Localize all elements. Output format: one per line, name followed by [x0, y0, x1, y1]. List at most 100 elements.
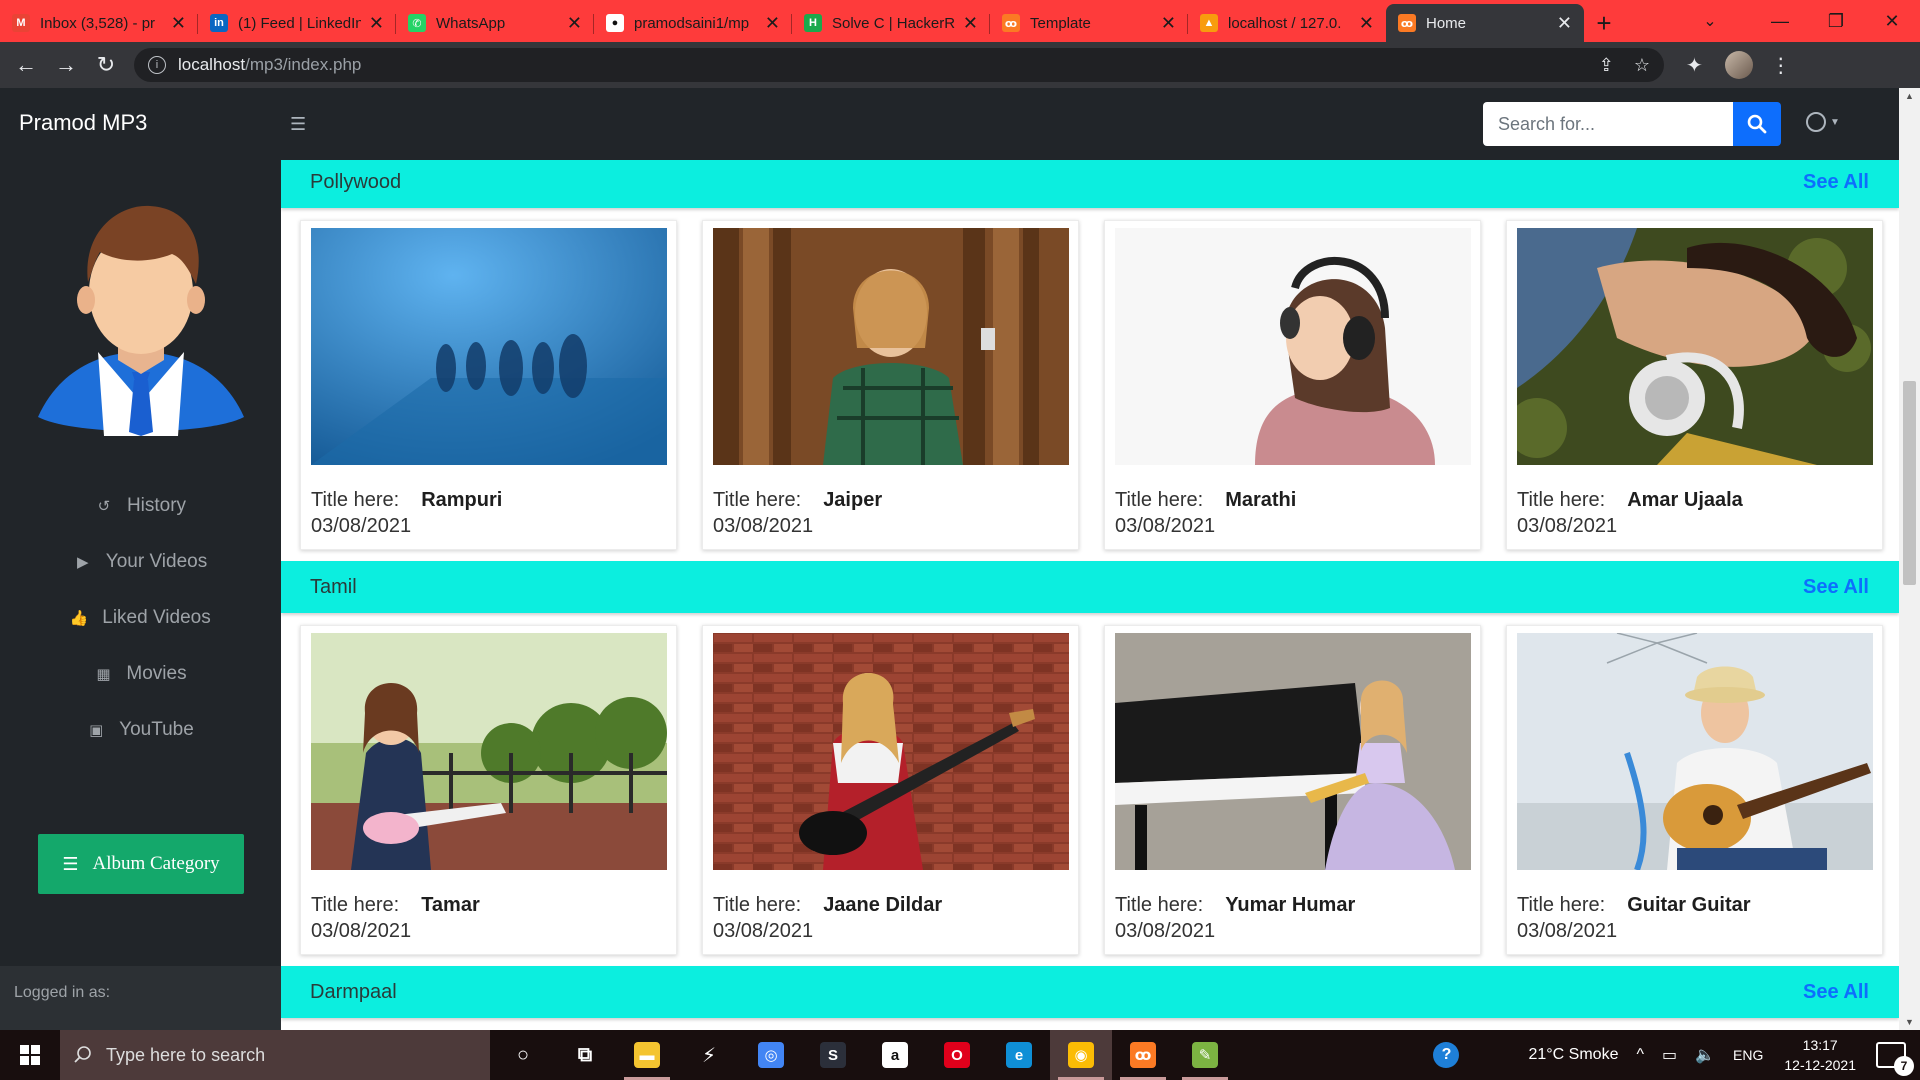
- notification-icon[interactable]: 7: [1876, 1042, 1914, 1076]
- sidebar-item-liked-videos[interactable]: 👍 Liked Videos: [0, 590, 281, 646]
- browser-tab[interactable]: ꝏ Home ✕: [1386, 4, 1584, 42]
- volume-icon[interactable]: 🔈: [1695, 1045, 1715, 1065]
- search-button[interactable]: [1733, 102, 1781, 146]
- song-card[interactable]: Title here: Jaiper 03/08/2021: [702, 220, 1079, 550]
- taskbar-app[interactable]: ▬: [616, 1030, 678, 1080]
- browser-tab[interactable]: in (1) Feed | LinkedIn ✕: [198, 4, 396, 42]
- browser-tab[interactable]: ▲ localhost / 127.0. ✕: [1188, 4, 1386, 42]
- site-info-icon[interactable]: i: [148, 56, 166, 74]
- minimize-icon[interactable]: —: [1752, 0, 1808, 42]
- song-card[interactable]: Title here: Tamar 03/08/2021: [300, 625, 677, 955]
- help-icon[interactable]: ?: [1433, 1042, 1460, 1068]
- search-input[interactable]: [1483, 102, 1733, 146]
- category-header: Darmpaal See All: [281, 966, 1899, 1018]
- see-all-link[interactable]: See All: [1803, 171, 1869, 194]
- forward-icon[interactable]: →: [46, 45, 86, 85]
- close-tab-icon[interactable]: ✕: [1161, 13, 1176, 34]
- search-form: [1483, 102, 1781, 146]
- user-dropdown[interactable]: ▼: [1806, 112, 1840, 132]
- browser-tab[interactable]: M Inbox (3,528) - pr ✕: [0, 4, 198, 42]
- sidebar-item-history[interactable]: ↺ History: [0, 478, 281, 534]
- taskbar-app[interactable]: ◉: [1050, 1030, 1112, 1080]
- taskbar-app[interactable]: O: [926, 1030, 988, 1080]
- sidebar-item-label: Liked Videos: [102, 607, 211, 628]
- browser-tab[interactable]: ✆ WhatsApp ✕: [396, 4, 594, 42]
- song-card[interactable]: Title here: Amar Ujaala 03/08/2021: [1506, 220, 1883, 550]
- title-label: Title here:: [1115, 894, 1204, 916]
- notepad-icon: ✎: [1192, 1042, 1218, 1068]
- weather-text[interactable]: 21°C Smoke: [1528, 1046, 1618, 1064]
- browser-tab[interactable]: ꝏ Template ✕: [990, 4, 1188, 42]
- extensions-icon[interactable]: ✦: [1686, 53, 1703, 78]
- start-button[interactable]: [0, 1030, 60, 1080]
- bookmark-star-icon[interactable]: ☆: [1634, 55, 1650, 76]
- browser-menu-icon[interactable]: ⋮: [1771, 53, 1791, 78]
- close-tab-icon[interactable]: ✕: [567, 13, 582, 34]
- sidebar-footer: Logged in as:: [0, 966, 281, 1030]
- whatsapp-icon: ✆: [408, 14, 426, 32]
- file-explorer-icon: ▬: [634, 1042, 660, 1068]
- scroll-up-icon[interactable]: ▲: [1899, 88, 1920, 104]
- language-indicator[interactable]: ENG: [1733, 1047, 1763, 1063]
- song-date: 03/08/2021: [713, 515, 814, 537]
- brand-logo-text[interactable]: Pramod MP3: [19, 110, 147, 136]
- thumbs-up-icon: 👍: [69, 610, 89, 627]
- close-tab-icon[interactable]: ✕: [369, 13, 384, 34]
- song-line: Title here: Yumar Humar: [1115, 894, 1355, 917]
- sidebar-item-your-videos[interactable]: ▶ Your Videos: [0, 534, 281, 590]
- close-tab-icon[interactable]: ✕: [1359, 13, 1374, 34]
- tab-search-icon[interactable]: ⌄: [1690, 0, 1730, 42]
- sidebar-toggle-icon[interactable]: ☰: [290, 114, 306, 135]
- profile-avatar[interactable]: [1724, 51, 1753, 79]
- song-title: Jaane Dildar: [823, 894, 943, 916]
- taskbar-search-box[interactable]: Type here to search: [60, 1030, 490, 1080]
- close-window-icon[interactable]: ✕: [1864, 0, 1920, 42]
- taskbar-app[interactable]: ✎: [1174, 1030, 1236, 1080]
- close-tab-icon[interactable]: ✕: [765, 13, 780, 34]
- new-tab-icon[interactable]: +: [1584, 4, 1624, 42]
- scroll-down-icon[interactable]: ▼: [1899, 1014, 1920, 1030]
- taskbar-app[interactable]: ⧉: [554, 1030, 616, 1080]
- tab-title: Home: [1426, 14, 1467, 32]
- url-path: /mp3/index.php: [245, 55, 362, 74]
- taskbar-app[interactable]: e: [988, 1030, 1050, 1080]
- network-icon[interactable]: ▭: [1662, 1045, 1677, 1065]
- taskbar-app[interactable]: a: [864, 1030, 926, 1080]
- clock[interactable]: 13:17 12-12-2021: [1784, 1035, 1856, 1075]
- reload-icon[interactable]: ↻: [86, 45, 126, 85]
- page-scrollbar[interactable]: ▲ ▼: [1899, 88, 1920, 1030]
- tray-chevron-icon[interactable]: ^: [1636, 1046, 1644, 1064]
- see-all-link[interactable]: See All: [1803, 576, 1869, 599]
- back-icon[interactable]: ←: [6, 45, 46, 85]
- sidebar-item-movies[interactable]: ▦ Movies: [0, 646, 281, 702]
- taskbar-app[interactable]: ◎: [740, 1030, 802, 1080]
- taskbar-app[interactable]: S: [802, 1030, 864, 1080]
- taskbar-app[interactable]: ⚡: [678, 1030, 740, 1080]
- share-icon[interactable]: ⇪: [1599, 55, 1614, 76]
- browser-tab[interactable]: H Solve C | HackerR ✕: [792, 4, 990, 42]
- song-line: Title here: Guitar Guitar: [1517, 894, 1751, 917]
- close-tab-icon[interactable]: ✕: [171, 13, 186, 34]
- song-card[interactable]: Title here: Yumar Humar 03/08/2021: [1104, 625, 1481, 955]
- song-card[interactable]: Title here: Marathi 03/08/2021: [1104, 220, 1481, 550]
- title-label: Title here:: [713, 489, 802, 511]
- song-card[interactable]: Title here: Rampuri 03/08/2021: [300, 220, 677, 550]
- see-all-link[interactable]: See All: [1803, 981, 1869, 1004]
- song-line: Title here: Marathi: [1115, 489, 1296, 512]
- system-tray: ? 21°C Smoke ^ ▭ 🔈 ENG 13:17 12-12-2021 …: [1424, 1030, 1920, 1080]
- restore-icon[interactable]: ❐: [1808, 0, 1864, 42]
- album-category-button[interactable]: ☰ Album Category: [38, 834, 244, 894]
- category-header: Tamil See All: [281, 561, 1899, 613]
- address-bar[interactable]: i localhost/mp3/index.php ⇪ ☆: [134, 48, 1664, 82]
- close-tab-icon[interactable]: ✕: [1557, 13, 1572, 34]
- song-card[interactable]: Title here: Guitar Guitar 03/08/2021: [1506, 625, 1883, 955]
- scrollbar-thumb[interactable]: [1903, 381, 1916, 585]
- close-tab-icon[interactable]: ✕: [963, 13, 978, 34]
- browser-tab[interactable]: ● pramodsaini1/mp ✕: [594, 4, 792, 42]
- play-circle-icon: ▶: [77, 554, 89, 571]
- song-card[interactable]: Title here: Jaane Dildar 03/08/2021: [702, 625, 1079, 955]
- taskbar-app[interactable]: ꝏ: [1112, 1030, 1174, 1080]
- sidebar-item-youtube[interactable]: ▣ YouTube: [0, 702, 281, 758]
- taskbar-app[interactable]: ○: [492, 1030, 554, 1080]
- tab-title: (1) Feed | LinkedIn: [238, 14, 361, 32]
